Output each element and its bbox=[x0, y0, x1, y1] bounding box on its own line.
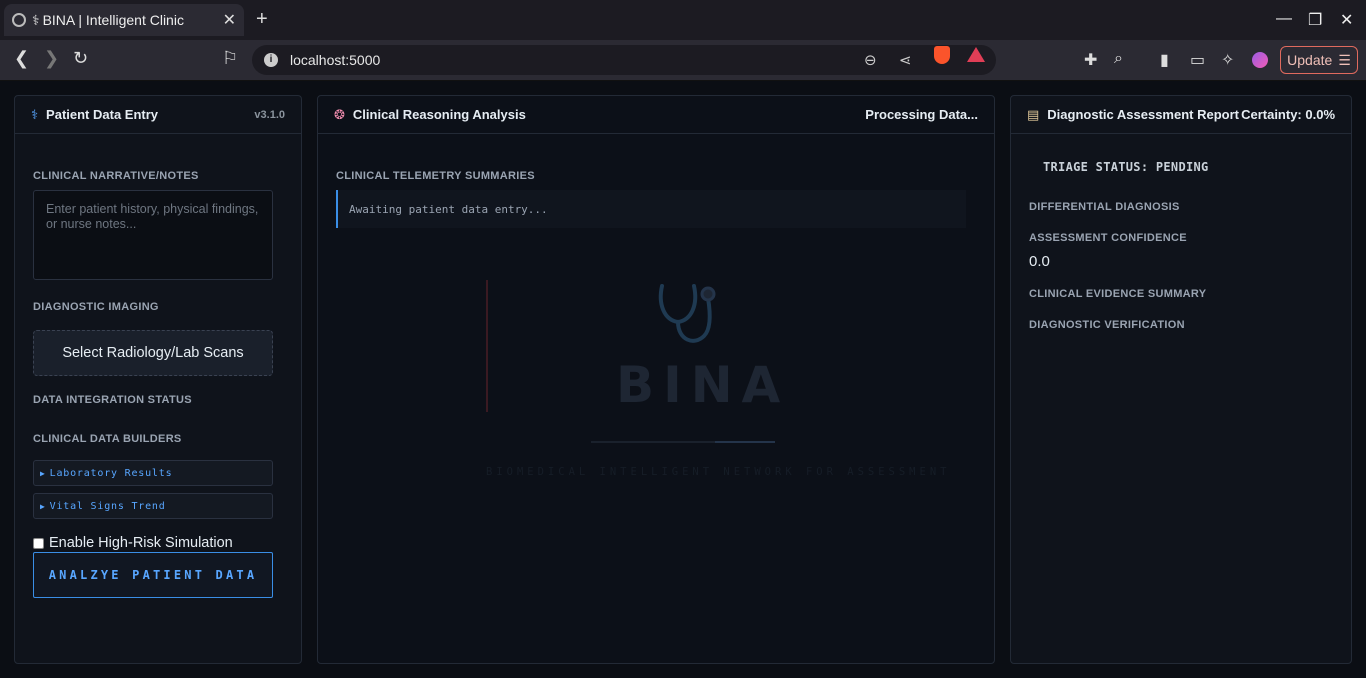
stethoscope-logo-icon bbox=[658, 284, 716, 343]
search-tab-icon[interactable]: ⌕ bbox=[1114, 50, 1123, 68]
vital-signs-builder[interactable]: ▶ Vital Signs Trend bbox=[33, 493, 273, 519]
leo-ai-icon[interactable]: ✧ bbox=[1221, 50, 1234, 70]
panel-header: ❂ Clinical Reasoning Analysis Processing… bbox=[318, 96, 994, 134]
tab-title: BINA | Intelligent Clinic bbox=[42, 12, 184, 28]
site-info-icon[interactable]: i bbox=[264, 53, 278, 67]
diagnostic-verification-label: DIAGNOSTIC VERIFICATION bbox=[1029, 319, 1185, 331]
sidebar-icon[interactable]: ▮ bbox=[1160, 50, 1169, 70]
minimize-icon[interactable]: — bbox=[1276, 10, 1292, 28]
imaging-label: DIAGNOSTIC IMAGING bbox=[33, 301, 159, 313]
profile-icon[interactable] bbox=[1252, 52, 1268, 68]
version-badge: v3.1.0 bbox=[254, 108, 285, 121]
clinical-notes-input[interactable]: Enter patient history, physical findings… bbox=[33, 190, 273, 280]
browser-navbar: ❮ ❯ ↻ ⚐ i localhost:5000 ⊖ ⋖ ✚ ⌕ ▮ ▭ ✧ U… bbox=[0, 40, 1366, 81]
brave-shields-icon[interactable] bbox=[934, 46, 950, 64]
simulation-checkbox[interactable] bbox=[33, 537, 44, 549]
update-label: Update bbox=[1287, 52, 1333, 68]
globe-icon bbox=[12, 13, 26, 27]
scan-line-decoration bbox=[486, 280, 488, 412]
caret-right-icon: ▶ bbox=[40, 468, 46, 478]
telemetry-summary: Awaiting patient data entry... bbox=[336, 190, 966, 228]
assessment-confidence-label: ASSESSMENT CONFIDENCE bbox=[1029, 232, 1187, 244]
panel-header: ▤ Diagnostic Assessment Report Certainty… bbox=[1011, 96, 1351, 134]
browser-tab[interactable]: ⚕ BINA | Intelligent Clinic ✕ bbox=[4, 4, 244, 36]
high-risk-simulation-toggle[interactable]: Enable High-Risk Simulation bbox=[33, 535, 233, 551]
patient-data-entry-panel: ⚕ Patient Data Entry v3.1.0 CLINICAL NAR… bbox=[14, 95, 302, 664]
extensions-icon[interactable]: ✚ bbox=[1084, 50, 1097, 70]
clipboard-icon: ▤ bbox=[1027, 106, 1040, 122]
back-icon[interactable]: ❮ bbox=[14, 48, 29, 69]
close-tab-icon[interactable]: ✕ bbox=[223, 10, 236, 30]
browser-tabbar: ⚕ BINA | Intelligent Clinic ✕ + — ❐ ✕ bbox=[0, 0, 1366, 40]
simulation-label: Enable High-Risk Simulation bbox=[49, 535, 233, 551]
app-root: ⚕ Patient Data Entry v3.1.0 CLINICAL NAR… bbox=[0, 81, 1366, 678]
clinical-reasoning-panel: ❂ Clinical Reasoning Analysis Processing… bbox=[317, 95, 995, 664]
data-builders-label: CLINICAL DATA BUILDERS bbox=[33, 433, 182, 445]
analyze-patient-data-button[interactable]: ANALZYE PATIENT DATA bbox=[33, 552, 273, 598]
wallet-icon[interactable]: ▭ bbox=[1190, 50, 1205, 70]
share-icon[interactable]: ⋖ bbox=[899, 51, 912, 69]
narrative-label: CLINICAL NARRATIVE/NOTES bbox=[33, 170, 199, 182]
favicon-icon: ⚕ bbox=[32, 11, 40, 28]
zoom-out-icon[interactable]: ⊖ bbox=[864, 51, 877, 69]
panel-title: Clinical Reasoning Analysis bbox=[352, 107, 526, 122]
bina-logo-text: BINA bbox=[616, 356, 790, 414]
diagnostic-report-panel: ▤ Diagnostic Assessment Report Certainty… bbox=[1010, 95, 1352, 664]
caret-right-icon: ▶ bbox=[40, 501, 46, 511]
brain-icon: ❂ bbox=[334, 106, 345, 122]
reload-icon[interactable]: ↻ bbox=[73, 48, 88, 69]
forward-icon[interactable]: ❯ bbox=[44, 48, 59, 69]
update-button[interactable]: Update ☰ bbox=[1280, 46, 1358, 74]
menu-icon: ☰ bbox=[1338, 51, 1351, 68]
confidence-value: 0.0 bbox=[1029, 253, 1050, 270]
laboratory-results-builder[interactable]: ▶ Laboratory Results bbox=[33, 460, 273, 486]
address-bar[interactable]: i localhost:5000 ⊖ ⋖ bbox=[252, 45, 996, 75]
builder-label: Laboratory Results bbox=[49, 467, 173, 479]
logo-underline bbox=[591, 441, 775, 443]
processing-status: Processing Data... bbox=[865, 107, 978, 122]
triage-status: TRIAGE STATUS: PENDING bbox=[1043, 160, 1209, 174]
integration-status-label: DATA INTEGRATION STATUS bbox=[33, 394, 192, 406]
stethoscope-icon: ⚕ bbox=[31, 106, 39, 122]
logo-underline-accent bbox=[715, 441, 775, 443]
differential-diagnosis-label: DIFFERENTIAL DIAGNOSIS bbox=[1029, 201, 1180, 213]
evidence-summary-label: CLINICAL EVIDENCE SUMMARY bbox=[1029, 288, 1207, 300]
bina-tagline: BIOMEDICAL INTELLIGENT NETWORK FOR ASSES… bbox=[486, 466, 951, 478]
telemetry-label: CLINICAL TELEMETRY SUMMARIES bbox=[336, 170, 535, 182]
panel-title: Patient Data Entry bbox=[46, 107, 159, 122]
panel-title: Diagnostic Assessment Report bbox=[1047, 107, 1239, 122]
bookmark-icon[interactable]: ⚐ bbox=[222, 48, 238, 69]
url-text: localhost:5000 bbox=[290, 52, 381, 68]
certainty-readout: Certainty: 0.0% bbox=[1241, 107, 1335, 122]
new-tab-button[interactable]: + bbox=[256, 8, 268, 31]
select-scans-button[interactable]: Select Radiology/Lab Scans bbox=[33, 330, 273, 376]
brave-rewards-icon[interactable] bbox=[967, 47, 985, 62]
panel-header: ⚕ Patient Data Entry v3.1.0 bbox=[15, 96, 301, 134]
close-window-icon[interactable]: ✕ bbox=[1340, 10, 1353, 30]
builder-label: Vital Signs Trend bbox=[49, 500, 166, 512]
maximize-icon[interactable]: ❐ bbox=[1308, 10, 1322, 30]
